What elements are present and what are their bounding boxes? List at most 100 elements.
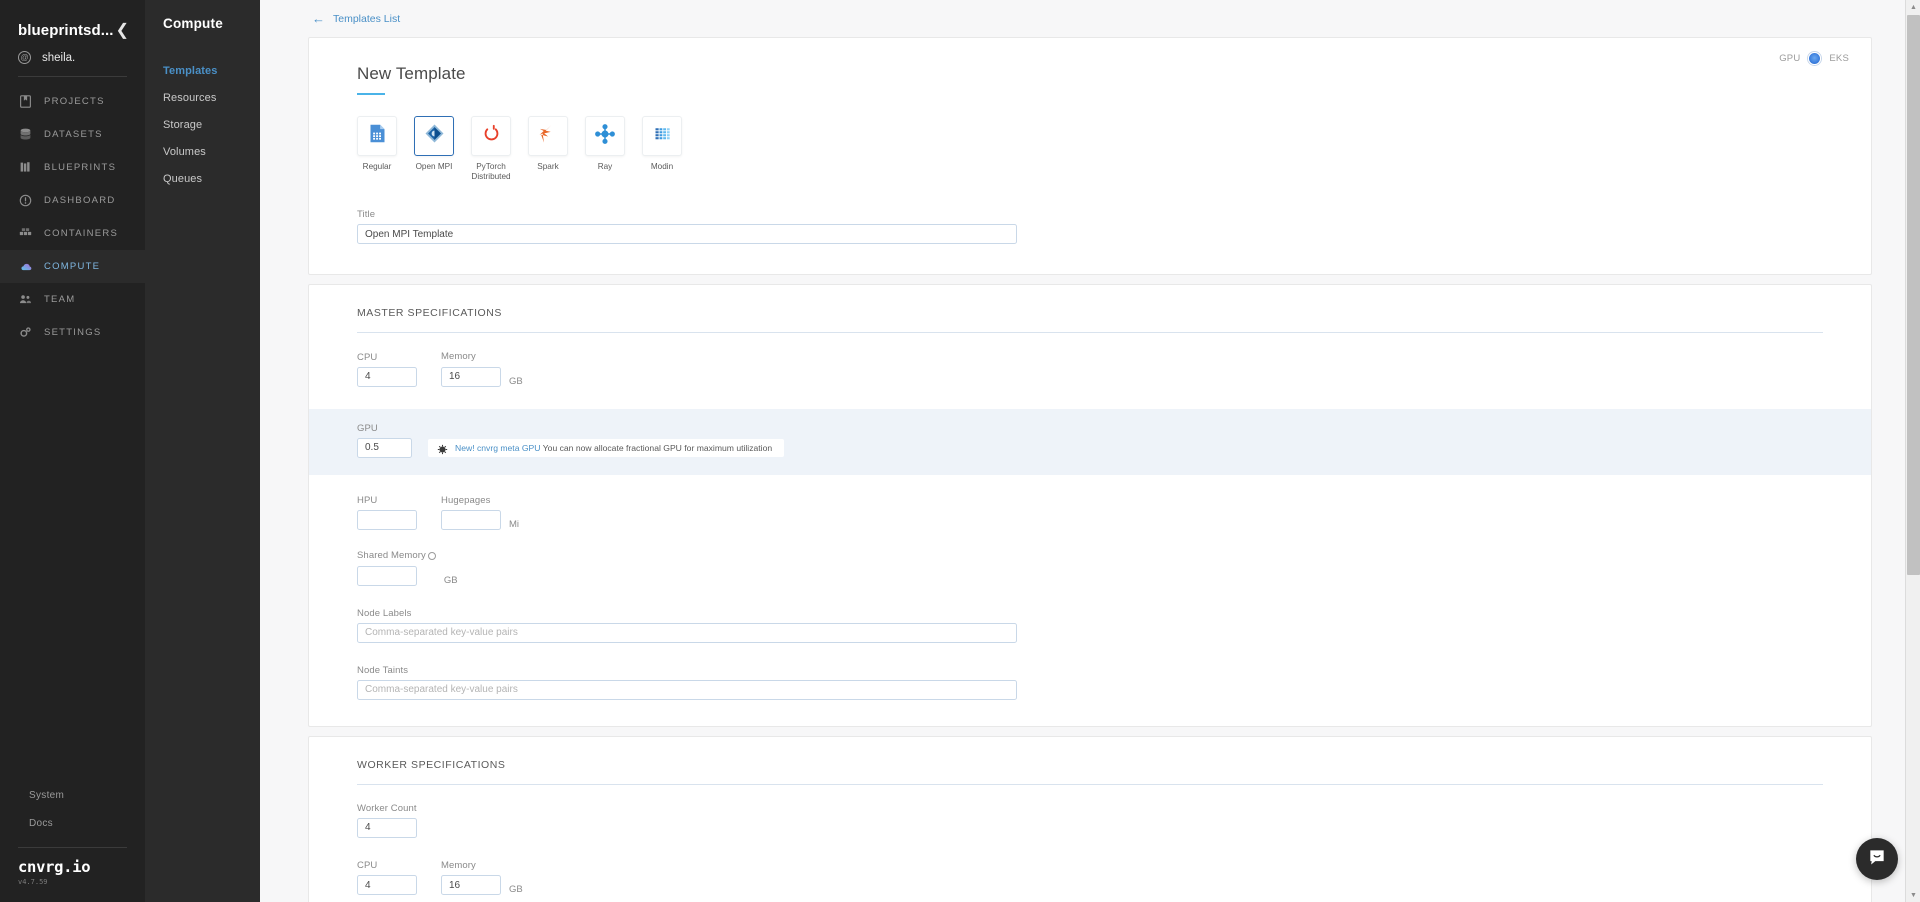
- worker-cpu-memory-row: CPU Memory GB: [309, 860, 1871, 895]
- gpu-promo-text: New! cnvrg meta GPU You can now allocate…: [455, 443, 772, 453]
- template-type-label: Ray: [597, 162, 613, 171]
- pytorch-flame-icon: [481, 123, 502, 149]
- breadcrumb-templates-list-link[interactable]: Templates List: [333, 13, 400, 25]
- cnvrg-meta-gpu-icon: [437, 442, 448, 455]
- template-type-regular[interactable]: Regular: [357, 116, 397, 183]
- secondary-item-templates[interactable]: Templates: [145, 57, 260, 84]
- master-gpu-input[interactable]: [357, 437, 412, 458]
- sidebar-item-settings[interactable]: SETTINGS: [0, 316, 145, 349]
- sidebar-item-dashboard[interactable]: DASHBOARD: [0, 184, 145, 217]
- primary-sidebar: blueprintsd... ❮ @ sheila. PROJECTS DATA…: [0, 0, 145, 902]
- toggle-label-gpu: GPU: [1779, 53, 1801, 64]
- gpu-row: New! cnvrg meta GPU You can now allocate…: [357, 437, 1871, 458]
- new-template-card: GPU EKS New Template Regular Open MPI Py…: [308, 37, 1872, 275]
- secondary-item-storage[interactable]: Storage: [145, 111, 260, 138]
- worker-count-input[interactable]: [357, 817, 417, 838]
- master-specifications-card: MASTER SPECIFICATIONS CPU Memory GB: [308, 284, 1872, 727]
- type-box[interactable]: [357, 116, 397, 156]
- sidebar-footer-item-docs[interactable]: Docs: [0, 809, 145, 842]
- type-box[interactable]: [414, 116, 454, 156]
- worker-memory-group: Memory GB: [441, 860, 523, 895]
- chevron-left-icon[interactable]: ❮: [114, 22, 131, 39]
- shared-memory-label-text: Shared Memory: [357, 550, 426, 561]
- worker-memory-input[interactable]: [441, 875, 501, 895]
- form-scroll-region: GPU EKS New Template Regular Open MPI Py…: [260, 37, 1920, 902]
- template-type-label: Modin: [650, 162, 674, 171]
- master-shared-memory-unit: GB: [443, 574, 458, 586]
- gpu-eks-toggle[interactable]: GPU EKS: [1779, 52, 1849, 65]
- spark-star-icon: [537, 123, 559, 150]
- master-node-taints-input[interactable]: [357, 679, 1017, 700]
- type-box[interactable]: [528, 116, 568, 156]
- sidebar-footer: System Docs cnvrg.io v4.7.59: [0, 781, 145, 902]
- sidebar-item-blueprints[interactable]: BLUEPRINTS: [0, 151, 145, 184]
- section-rule: [357, 332, 1823, 333]
- master-cpu-input[interactable]: [357, 366, 417, 387]
- vertical-scrollbar[interactable]: ▲ ▼: [1905, 0, 1920, 902]
- scroll-down-arrow-icon[interactable]: ▼: [1906, 888, 1920, 902]
- sidebar-item-containers[interactable]: CONTAINERS: [0, 217, 145, 250]
- master-memory-unit: GB: [509, 375, 523, 387]
- worker-cpu-input[interactable]: [357, 875, 417, 895]
- gpu-eks-toggle-knob[interactable]: [1808, 52, 1822, 65]
- master-hugepages-input[interactable]: [441, 510, 501, 530]
- current-user[interactable]: @ sheila.: [0, 45, 145, 64]
- app-version-label: v4.7.59: [18, 878, 48, 886]
- sidebar-item-compute[interactable]: COMPUTE: [0, 250, 145, 283]
- sidebar-item-datasets[interactable]: DATASETS: [0, 118, 145, 151]
- toggle-label-eks: EKS: [1829, 53, 1849, 64]
- template-type-open-mpi[interactable]: Open MPI: [414, 116, 454, 183]
- master-node-labels-group: Node Labels: [357, 608, 1017, 643]
- cloud-icon: [18, 260, 32, 274]
- page-title: New Template: [357, 64, 466, 83]
- sidebar-item-projects[interactable]: PROJECTS: [0, 85, 145, 118]
- master-shared-memory-label: Shared Memory: [357, 550, 436, 561]
- master-node-labels-input[interactable]: [357, 622, 1017, 643]
- master-memory-input[interactable]: [441, 366, 501, 387]
- master-node-labels-row: Node Labels: [309, 608, 1871, 643]
- sidebar-footer-label: Docs: [29, 817, 53, 829]
- template-type-modin[interactable]: Modin: [642, 116, 682, 183]
- sidebar-footer-item-system[interactable]: System: [0, 781, 145, 814]
- worker-section-title: WORKER SPECIFICATIONS: [357, 758, 506, 771]
- intercom-chat-button[interactable]: [1856, 838, 1898, 880]
- master-hpu-input[interactable]: [357, 510, 417, 530]
- type-box[interactable]: [585, 116, 625, 156]
- sidebar-item-label: COMPUTE: [44, 261, 101, 272]
- arrow-left-icon[interactable]: ←: [312, 12, 325, 25]
- secondary-nav-title: Compute: [163, 16, 223, 31]
- ray-nodes-icon: [594, 123, 616, 150]
- master-hpu-group: HPU: [357, 495, 417, 530]
- worker-memory-unit: GB: [509, 884, 523, 895]
- modin-grid-icon: [652, 123, 673, 149]
- master-node-taints-group: Node Taints: [357, 665, 1017, 700]
- gpu-promo-banner[interactable]: New! cnvrg meta GPU You can now allocate…: [428, 438, 785, 457]
- sidebar-item-team[interactable]: TEAM: [0, 283, 145, 316]
- database-icon: [18, 128, 32, 142]
- template-type-label: PyTorch Distributed: [471, 162, 511, 182]
- scroll-up-arrow-icon[interactable]: ▲: [1906, 0, 1920, 14]
- master-hpu-label: HPU: [357, 495, 378, 506]
- template-type-spark[interactable]: Spark: [528, 116, 568, 183]
- info-icon[interactable]: [427, 551, 436, 560]
- organization-name: blueprintsd...: [18, 22, 114, 39]
- title-field-group: Title: [309, 183, 1871, 244]
- master-shared-memory-input[interactable]: [357, 565, 417, 586]
- sidebar-item-label: DASHBOARD: [44, 195, 116, 206]
- title-input[interactable]: [357, 224, 1017, 244]
- secondary-item-resources[interactable]: Resources: [145, 84, 260, 111]
- template-type-pytorch-distributed[interactable]: PyTorch Distributed: [471, 116, 511, 183]
- scrollbar-thumb[interactable]: [1907, 15, 1920, 575]
- type-box[interactable]: [471, 116, 511, 156]
- secondary-nav-list: Templates Resources Storage Volumes Queu…: [145, 57, 260, 192]
- master-shared-memory-row: Shared Memory GB: [309, 550, 1871, 586]
- gpu-highlight-strip: GPU New! cnvrg meta GPU You can now allo…: [309, 408, 1871, 475]
- master-memory-group: Memory GB: [441, 351, 523, 387]
- secondary-item-volumes[interactable]: Volumes: [145, 138, 260, 165]
- master-hugepages-group: Hugepages Mi: [441, 495, 519, 530]
- secondary-item-queues[interactable]: Queues: [145, 165, 260, 192]
- template-type-ray[interactable]: Ray: [585, 116, 625, 183]
- type-box[interactable]: [642, 116, 682, 156]
- master-node-labels-label: Node Labels: [357, 607, 412, 619]
- sidebar-item-label: SETTINGS: [44, 327, 102, 338]
